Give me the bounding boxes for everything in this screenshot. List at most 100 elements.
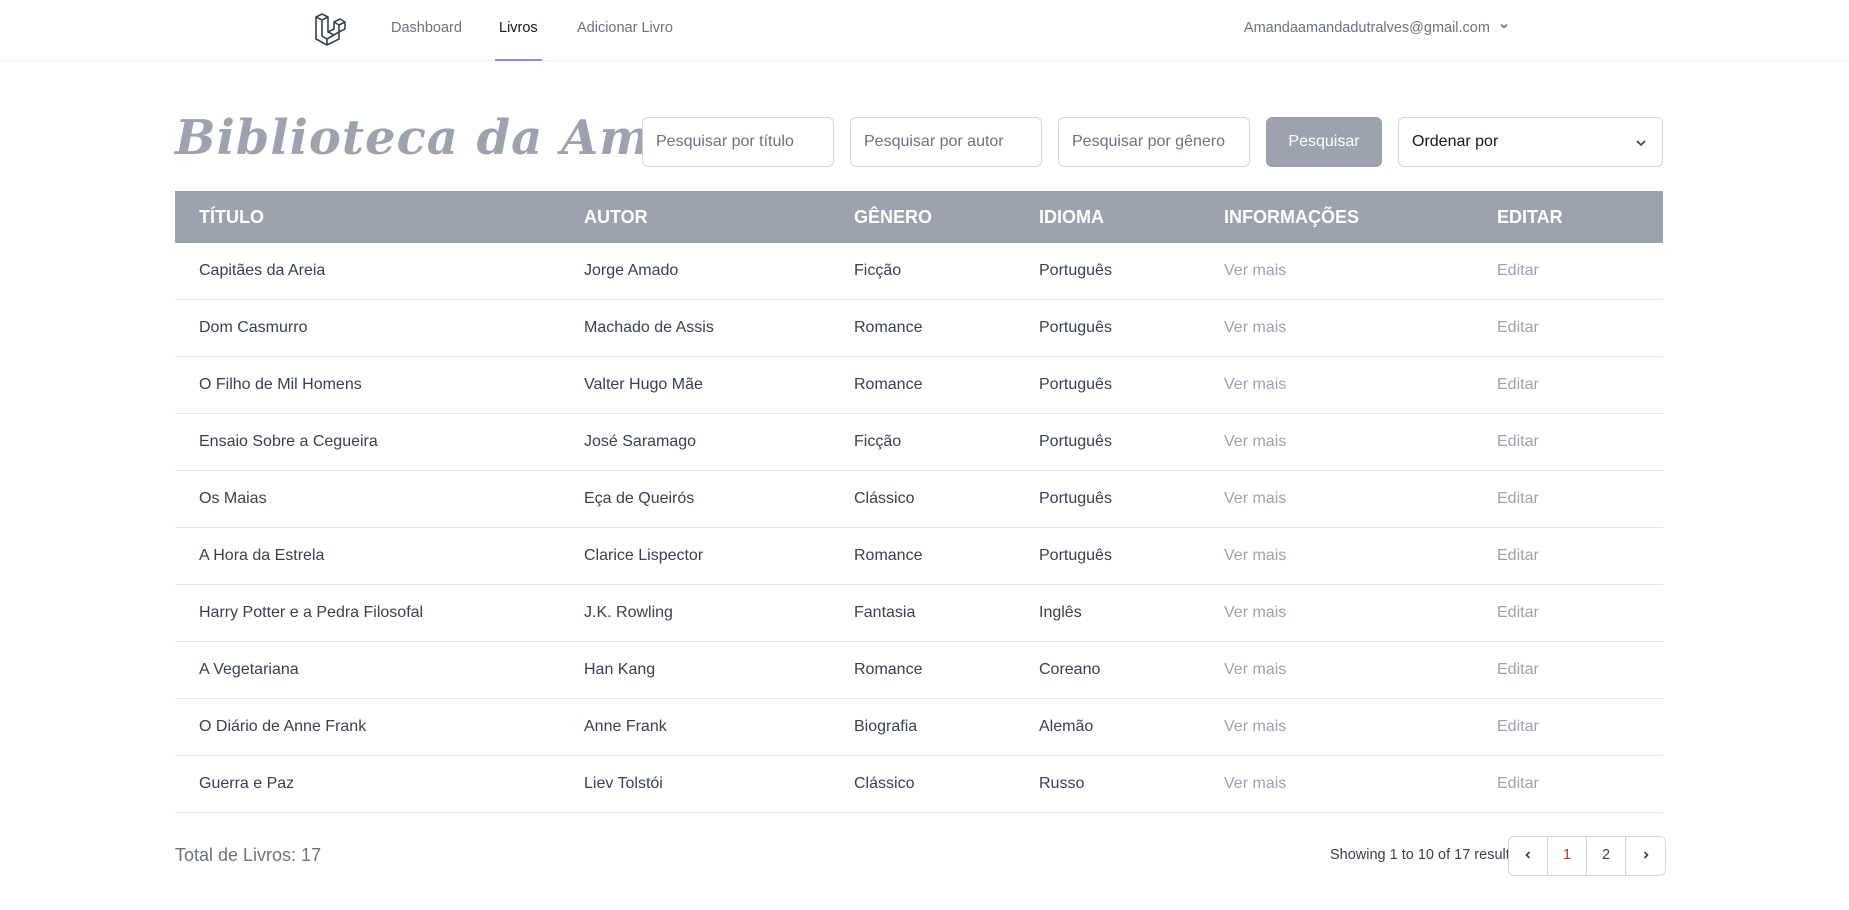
cell-autor: Eça de Queirós — [584, 490, 695, 507]
ver-mais-link[interactable]: Ver mais — [1224, 376, 1497, 394]
cell-genero: Biografia — [854, 718, 918, 735]
table-row: Guerra e Paz Liev Tolstói Clássico Russo Ver… — [175, 756, 1663, 813]
pagination-summary: Showing 1 to 10 of 17 results — [1330, 847, 1518, 863]
editar-link[interactable]: Editar — [1497, 661, 1663, 679]
pagination: 1 2 — [1508, 836, 1666, 876]
table-row: Os Maias Eça de Queirós Clássico Português V… — [175, 471, 1663, 528]
chevron-right-icon — [1643, 851, 1649, 859]
search-title-input[interactable] — [642, 117, 834, 167]
cell-autor: Han Kang — [584, 661, 656, 678]
cell-autor: Valter Hugo Mãe — [584, 376, 703, 393]
cell-titulo: Guerra e Paz — [199, 775, 295, 792]
column-header-editar: EDITAR — [1497, 206, 1563, 227]
cell-idioma: Português — [1039, 376, 1112, 393]
cell-titulo: Os Maias — [199, 490, 267, 507]
user-menu[interactable]: Amandaamandadutralves@gmail.com — [1244, 0, 1510, 56]
table-row: Dom Casmurro Machado de Assis Romance Portu… — [175, 300, 1663, 357]
cell-titulo: O Filho de Mil Homens — [199, 376, 362, 393]
cell-genero: Romance — [854, 547, 923, 564]
ver-mais-link[interactable]: Ver mais — [1224, 604, 1497, 622]
cell-titulo: A Hora da Estrela — [199, 547, 325, 564]
cell-autor: José Saramago — [584, 433, 697, 450]
editar-link[interactable]: Editar — [1497, 319, 1663, 337]
laravel-logo-icon[interactable] — [314, 12, 346, 46]
ver-mais-link[interactable]: Ver mais — [1224, 490, 1497, 508]
chevron-left-icon — [1525, 851, 1531, 859]
table-row: Capitães da Areia Jorge Amado Ficção Portug… — [175, 243, 1663, 300]
cell-idioma: Coreano — [1039, 661, 1101, 678]
chevron-down-icon — [1500, 24, 1508, 29]
total-books: Total de Livros: 17 — [175, 845, 322, 865]
editar-link[interactable]: Editar — [1497, 604, 1663, 622]
search-button[interactable]: Pesquisar — [1266, 117, 1382, 167]
editar-link[interactable]: Editar — [1497, 775, 1663, 793]
search-author-input[interactable] — [850, 117, 1042, 167]
table-row: A Vegetariana Han Kang Romance Coreano Ver m… — [175, 642, 1663, 699]
cell-titulo: Dom Casmurro — [199, 319, 308, 336]
order-by-select[interactable]: Ordenar por — [1398, 117, 1663, 167]
cell-titulo: Harry Potter e a Pedra Filosofal — [199, 604, 424, 621]
editar-link[interactable]: Editar — [1497, 376, 1663, 394]
cell-autor: Clarice Lispector — [584, 547, 704, 564]
order-by-label: Ordenar por — [1412, 133, 1499, 150]
user-email: Amandaamandadutralves@gmail.com — [1243, 20, 1490, 36]
cell-genero: Clássico — [854, 775, 915, 792]
table-row: Ensaio Sobre a Cegueira José Saramago Ficç… — [175, 414, 1663, 471]
cell-autor: Jorge Amado — [584, 262, 679, 279]
search-genre-input[interactable] — [1058, 117, 1250, 167]
nav-link-adicionar-livro[interactable]: Adicionar Livro — [577, 0, 673, 61]
cell-idioma: Português — [1039, 319, 1112, 336]
ver-mais-link[interactable]: Ver mais — [1224, 262, 1497, 280]
previous-page-button[interactable] — [1509, 837, 1548, 875]
nav-link-livros[interactable]: Livros — [495, 0, 542, 61]
page-button-2[interactable]: 2 — [1587, 837, 1626, 875]
cell-idioma: Russo — [1039, 775, 1085, 792]
table-body: Capitães da Areia Jorge Amado Ficção Portug… — [175, 243, 1663, 813]
column-header-autor: AUTOR — [584, 206, 648, 227]
cell-idioma: Português — [1039, 490, 1112, 507]
cell-genero: Ficção — [854, 433, 902, 450]
books-table: TÍTULO AUTOR GÊNERO IDIOMA INFORMAÇÕES E… — [175, 191, 1663, 813]
cell-idioma: Alemão — [1039, 718, 1094, 735]
cell-titulo: A Vegetariana — [199, 661, 299, 678]
cell-autor: J.K. Rowling — [584, 604, 673, 621]
cell-autor: Anne Frank — [584, 718, 667, 735]
ver-mais-link[interactable]: Ver mais — [1224, 433, 1497, 451]
ver-mais-link[interactable]: Ver mais — [1224, 718, 1497, 736]
cell-idioma: Português — [1039, 433, 1112, 450]
ver-mais-link[interactable]: Ver mais — [1224, 775, 1497, 793]
ver-mais-link[interactable]: Ver mais — [1224, 319, 1497, 337]
editar-link[interactable]: Editar — [1497, 433, 1663, 451]
next-page-button[interactable] — [1626, 837, 1665, 875]
cell-titulo: Ensaio Sobre a Cegueira — [199, 433, 378, 450]
cell-autor: Liev Tolstói — [584, 775, 663, 792]
page-button-1[interactable]: 1 — [1548, 837, 1587, 875]
editar-link[interactable]: Editar — [1497, 262, 1663, 280]
editar-link[interactable]: Editar — [1497, 490, 1663, 508]
cell-titulo: O Diário de Anne Frank — [199, 718, 367, 735]
cell-genero: Fantasia — [854, 604, 916, 621]
cell-genero: Romance — [854, 661, 923, 678]
cell-genero: Clássico — [854, 490, 915, 507]
ver-mais-link[interactable]: Ver mais — [1224, 547, 1497, 565]
table-row: A Hora da Estrela Clarice Lispector Romanc… — [175, 528, 1663, 585]
editar-link[interactable]: Editar — [1497, 547, 1663, 565]
cell-titulo: Capitães da Areia — [199, 262, 326, 279]
column-header-informacoes: INFORMAÇÕES — [1224, 206, 1359, 227]
editar-link[interactable]: Editar — [1497, 718, 1663, 736]
column-header-genero: GÊNERO — [854, 206, 933, 227]
table-row: O Diário de Anne Frank Anne Frank Biografi… — [175, 699, 1663, 756]
table-row: O Filho de Mil Homens Valter Hugo Mãe Roma… — [175, 357, 1663, 414]
column-header-idioma: IDIOMA — [1039, 206, 1104, 227]
cell-genero: Romance — [854, 319, 923, 336]
cell-idioma: Português — [1039, 262, 1112, 279]
cell-genero: Romance — [854, 376, 923, 393]
cell-genero: Ficção — [854, 262, 902, 279]
cell-idioma: Inglês — [1039, 604, 1082, 621]
column-header-titulo: TÍTULO — [199, 206, 264, 227]
cell-idioma: Português — [1039, 547, 1112, 564]
cell-autor: Machado de Assis — [584, 319, 714, 336]
nav-link-dashboard[interactable]: Dashboard — [391, 0, 462, 61]
ver-mais-link[interactable]: Ver mais — [1224, 661, 1497, 679]
top-navigation: Dashboard Livros Adicionar Livro Amandaa… — [0, 0, 1849, 61]
